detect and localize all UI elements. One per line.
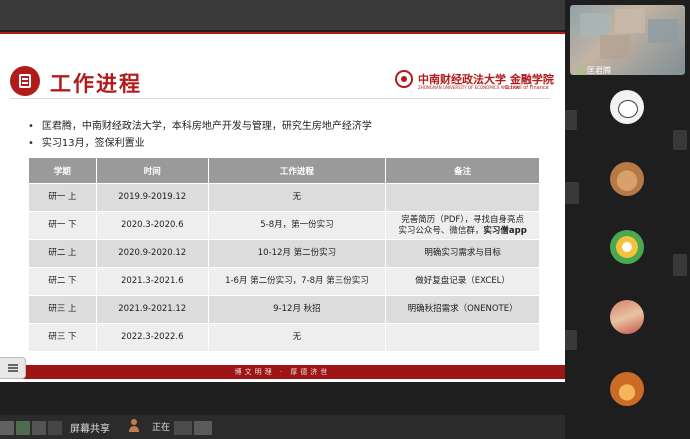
meeting-top-bar: [0, 0, 565, 30]
table-row: 研三 下 2022.3-2022.6 无: [28, 323, 540, 352]
cell-note: 做好复盘记录（EXCEL）: [385, 267, 540, 296]
blurred-block: [648, 19, 678, 43]
header-time: 时间: [95, 157, 209, 184]
progress-table: 学期 时间 工作进程 备注 研一 上 2019.9-2019.12 无 研一 下…: [28, 157, 540, 352]
cell-progress: 10-12月 第二份实习: [207, 239, 387, 268]
slide-title: 工作进程: [50, 72, 142, 96]
participant-avatar[interactable]: [610, 90, 644, 124]
cell-progress: 1-6月 第二份实习，7-8月 第三份实习: [207, 267, 387, 296]
table-row: 研一 下 2020.3-2020.6 5-8月，第一份实习 完善简历（PDF），…: [28, 211, 540, 240]
cell-time: 2020.3-2020.6: [95, 211, 209, 240]
cell-note: 完善简历（PDF），寻找自身亮点 实习公众号、微信群，实习僧app: [385, 211, 540, 240]
cell-time: 2021.9-2021.12: [95, 295, 209, 324]
slide-footer-bar: 博文明理 · 厚德济世: [0, 365, 565, 379]
cell-term: 研一 上: [28, 183, 97, 212]
blurred-block: [174, 421, 192, 435]
sharing-status-label: 正在: [152, 423, 171, 433]
slide-top-line: [0, 32, 565, 34]
cell-note: 明确实习需求与目标: [385, 239, 540, 268]
participants-panel: 匡君腾: [565, 0, 690, 439]
user-icon: [128, 419, 140, 433]
cell-term: 研一 下: [28, 211, 97, 240]
microphone-icon: [578, 66, 583, 75]
self-video-tile[interactable]: 匡君腾: [570, 5, 685, 75]
cell-time: 2022.3-2022.6: [95, 323, 209, 352]
menu-icon[interactable]: [0, 357, 26, 379]
blurred-block: [0, 421, 14, 435]
blurred-block: [565, 330, 577, 350]
blurred-block: [673, 130, 687, 150]
cell-note: [385, 323, 540, 352]
university-logo-icon: [395, 70, 413, 88]
cell-term: 研三 下: [28, 323, 97, 352]
blurred-block: [580, 13, 610, 37]
header-progress: 工作进程: [207, 157, 387, 184]
blurred-block: [32, 421, 46, 435]
blurred-block: [673, 254, 687, 276]
table-row: 研二 下 2021.3-2021.6 1-6月 第二份实习，7-8月 第三份实习…: [28, 267, 540, 296]
meeting-bottom-bar: 屏幕共享 正在: [0, 415, 565, 439]
cell-note-text: 实习公众号、微信群，: [398, 225, 484, 236]
cell-term: 研三 上: [28, 295, 97, 324]
cell-note: 明确秋招需求（ONENOTE）: [385, 295, 540, 324]
blurred-block: [615, 9, 645, 33]
cell-time: 2020.9-2020.12: [95, 239, 209, 268]
cell-progress: 无: [207, 183, 387, 212]
cell-progress: 5-8月，第一份实习: [207, 211, 387, 240]
table-row: 研三 上 2021.9-2021.12 9-12月 秋招 明确秋招需求（ONEN…: [28, 295, 540, 324]
shared-slide: 工作进程 中南财经政法大学 金融学院 ZHONGNAN UNIVERSITY O…: [0, 32, 565, 382]
blurred-block: [600, 35, 630, 59]
header-note: 备注: [385, 157, 540, 184]
participant-avatar[interactable]: [610, 230, 644, 264]
table-header-row: 学期 时间 工作进程 备注: [28, 157, 540, 184]
blurred-block: [194, 421, 212, 435]
cell-time: 2019.9-2019.12: [95, 183, 209, 212]
header-term: 学期: [28, 157, 97, 184]
self-name-label: 匡君腾: [578, 65, 611, 75]
cell-progress: 9-12月 秋招: [207, 295, 387, 324]
blurred-block: [48, 421, 62, 435]
blurred-block: [565, 182, 579, 204]
cell-term: 研二 上: [28, 239, 97, 268]
cell-progress: 无: [207, 323, 387, 352]
cell-note: [385, 183, 540, 212]
school-english-name: School of Finance: [505, 85, 549, 91]
participant-avatar[interactable]: [610, 162, 644, 196]
header-divider: [10, 98, 550, 99]
self-name: 匡君腾: [587, 66, 611, 75]
participant-avatar[interactable]: [610, 372, 644, 406]
bullet-item: 匡君腾，中南财经政法大学，本科房地产开发与管理，研究生房地产经济学: [28, 118, 372, 135]
blurred-block: [16, 421, 30, 435]
cell-note-line: 完善简历（PDF），寻找自身亮点: [401, 214, 524, 225]
bullet-item: 实习13月，签保利置业: [28, 135, 372, 152]
document-icon: [10, 66, 40, 96]
cell-time: 2021.3-2021.6: [95, 267, 209, 296]
cell-note-bold: 实习僧app: [483, 225, 527, 236]
table-row: 研二 上 2020.9-2020.12 10-12月 第二份实习 明确实习需求与…: [28, 239, 540, 268]
blurred-block: [565, 110, 577, 130]
cell-term: 研二 下: [28, 267, 97, 296]
participant-avatar[interactable]: [610, 300, 644, 334]
table-row: 研一 上 2019.9-2019.12 无: [28, 183, 540, 212]
footer-motto: 博文明理 · 厚德济世: [234, 368, 331, 376]
cell-note-line: 实习公众号、微信群，实习僧app: [390, 226, 535, 237]
bullet-list: 匡君腾，中南财经政法大学，本科房地产开发与管理，研究生房地产经济学 实习13月，…: [28, 118, 372, 152]
screen-share-label[interactable]: 屏幕共享: [70, 420, 110, 435]
